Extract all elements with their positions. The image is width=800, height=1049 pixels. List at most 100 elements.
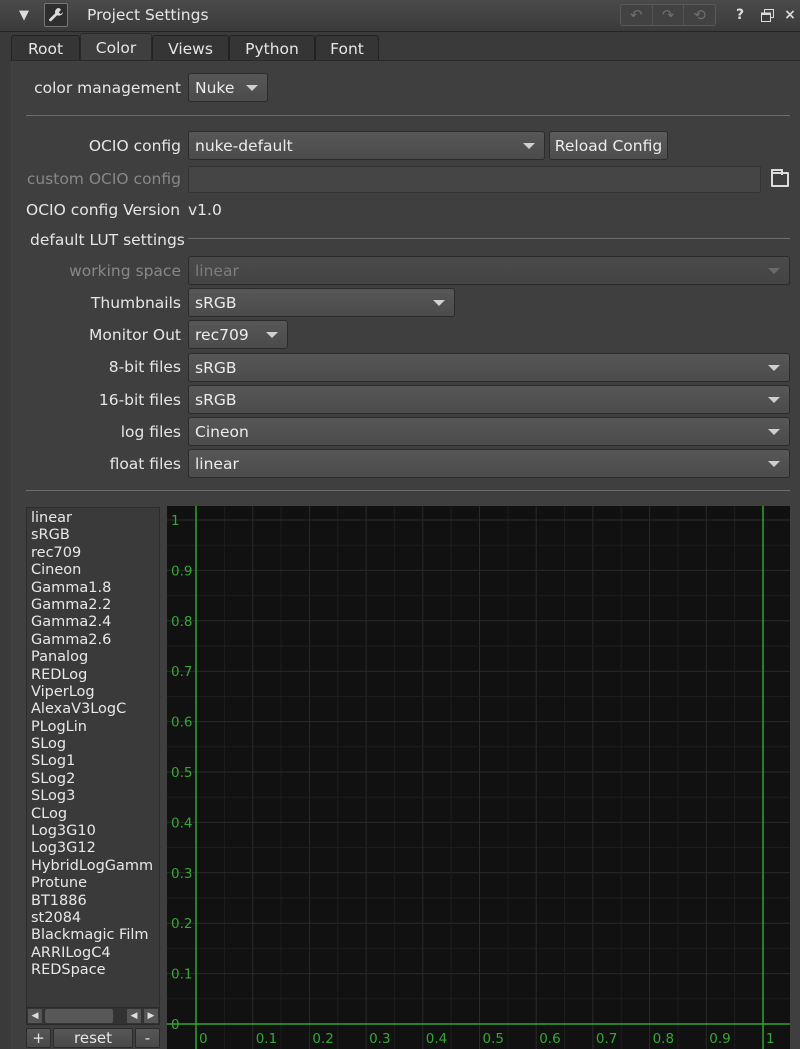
curve-list-item[interactable]: Cineon	[31, 562, 153, 579]
tab-python[interactable]: Python	[229, 35, 315, 61]
divider	[26, 490, 790, 491]
curve-list[interactable]: linear sRGB rec709 Cineon Gamma1.8 Gamma2.2 Ga…	[26, 507, 160, 1025]
y-tick-label: 0.7	[171, 664, 192, 680]
y-tick-label: 0.4	[171, 815, 192, 831]
curve-list-item[interactable]: Gamma2.4	[31, 614, 153, 631]
monitor-out-dropdown[interactable]: rec709	[188, 320, 288, 349]
curve-list-item[interactable]: Log3G10	[31, 823, 153, 840]
x-tick-label: 1	[766, 1031, 775, 1047]
tab-root[interactable]: Root	[11, 35, 80, 61]
curve-list-item[interactable]: BT1886	[31, 893, 153, 910]
add-curve-button[interactable]: +	[26, 1028, 51, 1048]
curve-list-item[interactable]: ARRILogC4	[31, 945, 153, 962]
color-management-value: Nuke	[195, 78, 235, 97]
log-files-value: Cineon	[195, 422, 249, 441]
tab-color[interactable]: Color	[80, 33, 152, 62]
ocio-version-value: v1.0	[188, 201, 222, 219]
curve-list-item[interactable]: AlexaV3LogC	[31, 701, 153, 718]
chevron-down-icon	[433, 300, 445, 306]
log-files-dropdown[interactable]: Cineon	[188, 417, 790, 446]
remove-curve-button[interactable]: -	[135, 1028, 160, 1048]
eight-bit-files-dropdown[interactable]: sRGB	[188, 353, 790, 382]
y-tick-label: 0.6	[171, 715, 192, 731]
float-window-icon[interactable]	[755, 3, 779, 27]
color-management-label: color management	[34, 79, 181, 97]
reload-config-button[interactable]: Reload Config	[549, 131, 668, 160]
revert-icon[interactable]: ⟲	[684, 5, 715, 25]
scroll-right-icon[interactable]: ▶	[144, 1009, 158, 1023]
x-tick-label: 0.9	[709, 1031, 730, 1047]
working-space-label: working space	[69, 262, 181, 280]
tab-bar: Root Color Views Python Font	[0, 33, 800, 62]
curve-list-item[interactable]: sRGB	[31, 527, 153, 544]
curve-list-item[interactable]: SLog1	[31, 753, 153, 770]
float-files-label: float files	[109, 455, 181, 473]
curve-list-scrollbar[interactable]: ◀ ◀ ▶	[26, 1007, 160, 1025]
eight-bit-files-label: 8-bit files	[108, 358, 181, 376]
curve-list-item[interactable]: Gamma2.6	[31, 632, 153, 649]
eight-bit-files-value: sRGB	[195, 358, 237, 377]
curve-list-item[interactable]: Log3G12	[31, 840, 153, 857]
curve-list-item[interactable]: CLog	[31, 806, 153, 823]
help-button[interactable]: ?	[728, 3, 752, 27]
title-bar: ▼ Project Settings ↶ ↷ ⟲ ? ×	[0, 0, 800, 32]
wrench-icon[interactable]	[44, 3, 68, 27]
undo-icon[interactable]: ↶	[621, 5, 653, 25]
undo-redo-group: ↶ ↷ ⟲	[620, 4, 716, 26]
monitor-out-label: Monitor Out	[89, 326, 181, 344]
curve-list-item[interactable]: SLog3	[31, 788, 153, 805]
folder-icon[interactable]	[771, 169, 789, 187]
curve-list-item[interactable]: HybridLogGamm	[31, 858, 153, 875]
x-tick-label: 0.5	[483, 1031, 504, 1047]
x-tick-label: 0.4	[426, 1031, 447, 1047]
tab-font[interactable]: Font	[315, 35, 379, 61]
curve-list-item[interactable]: Protune	[31, 875, 153, 892]
divider	[26, 115, 790, 116]
working-space-dropdown: linear	[188, 256, 790, 285]
redo-icon[interactable]: ↷	[653, 5, 685, 25]
x-tick-label: 0.6	[539, 1031, 560, 1047]
collapse-triangle-icon[interactable]: ▼	[12, 3, 36, 27]
chevron-down-icon	[523, 143, 535, 149]
y-tick-label: 0.2	[171, 916, 192, 932]
tab-views[interactable]: Views	[152, 35, 229, 61]
window-title: Project Settings	[87, 6, 209, 24]
custom-ocio-config-input[interactable]	[188, 166, 761, 193]
curve-list-item[interactable]: st2084	[31, 910, 153, 927]
curve-list-item[interactable]: REDLog	[31, 667, 153, 684]
chevron-down-icon	[768, 397, 780, 403]
reset-button[interactable]: reset	[53, 1028, 133, 1048]
curve-list-item[interactable]: PLogLin	[31, 719, 153, 736]
y-tick-label: 1	[171, 513, 180, 529]
ocio-config-dropdown[interactable]: nuke-default	[188, 131, 545, 160]
scrollbar-thumb[interactable]	[45, 1009, 113, 1023]
chevron-down-icon	[246, 85, 258, 91]
curve-list-item[interactable]: Blackmagic Film	[31, 927, 153, 944]
sixteen-bit-files-dropdown[interactable]: sRGB	[188, 385, 790, 414]
close-icon[interactable]: ×	[778, 3, 800, 27]
scroll-left-icon[interactable]: ◀	[127, 1009, 141, 1023]
divider	[188, 238, 790, 239]
lut-curve-graph[interactable]: 1 0.9 0.8 0.7 0.6 0.5 0.4 0.3 0.2 0.1 0 0 0.1 0.2 0.3 0…	[167, 506, 790, 1049]
y-tick-label: 0.3	[171, 866, 192, 882]
thumbnails-dropdown[interactable]: sRGB	[188, 288, 455, 317]
scroll-left-icon[interactable]: ◀	[28, 1009, 42, 1023]
curve-list-item[interactable]: Panalog	[31, 649, 153, 666]
curve-list-item[interactable]: rec709	[31, 545, 153, 562]
curve-list-item[interactable]: Gamma1.8	[31, 580, 153, 597]
float-files-dropdown[interactable]: linear	[188, 449, 790, 478]
curve-list-item[interactable]: SLog	[31, 736, 153, 753]
curve-list-item[interactable]: ViperLog	[31, 684, 153, 701]
curve-list-item[interactable]: REDSpace	[31, 962, 153, 979]
y-tick-label: 0.1	[171, 967, 192, 983]
chevron-down-icon	[768, 365, 780, 371]
thumbnails-label: Thumbnails	[90, 294, 181, 312]
curve-list-item[interactable]: Gamma2.2	[31, 597, 153, 614]
monitor-out-value: rec709	[195, 325, 249, 344]
ocio-config-value: nuke-default	[195, 136, 293, 155]
lut-section-label: default LUT settings	[30, 231, 185, 249]
curve-list-item[interactable]: linear	[31, 510, 153, 527]
chevron-down-icon	[768, 461, 780, 467]
color-management-dropdown[interactable]: Nuke	[188, 73, 268, 102]
curve-list-item[interactable]: SLog2	[31, 771, 153, 788]
